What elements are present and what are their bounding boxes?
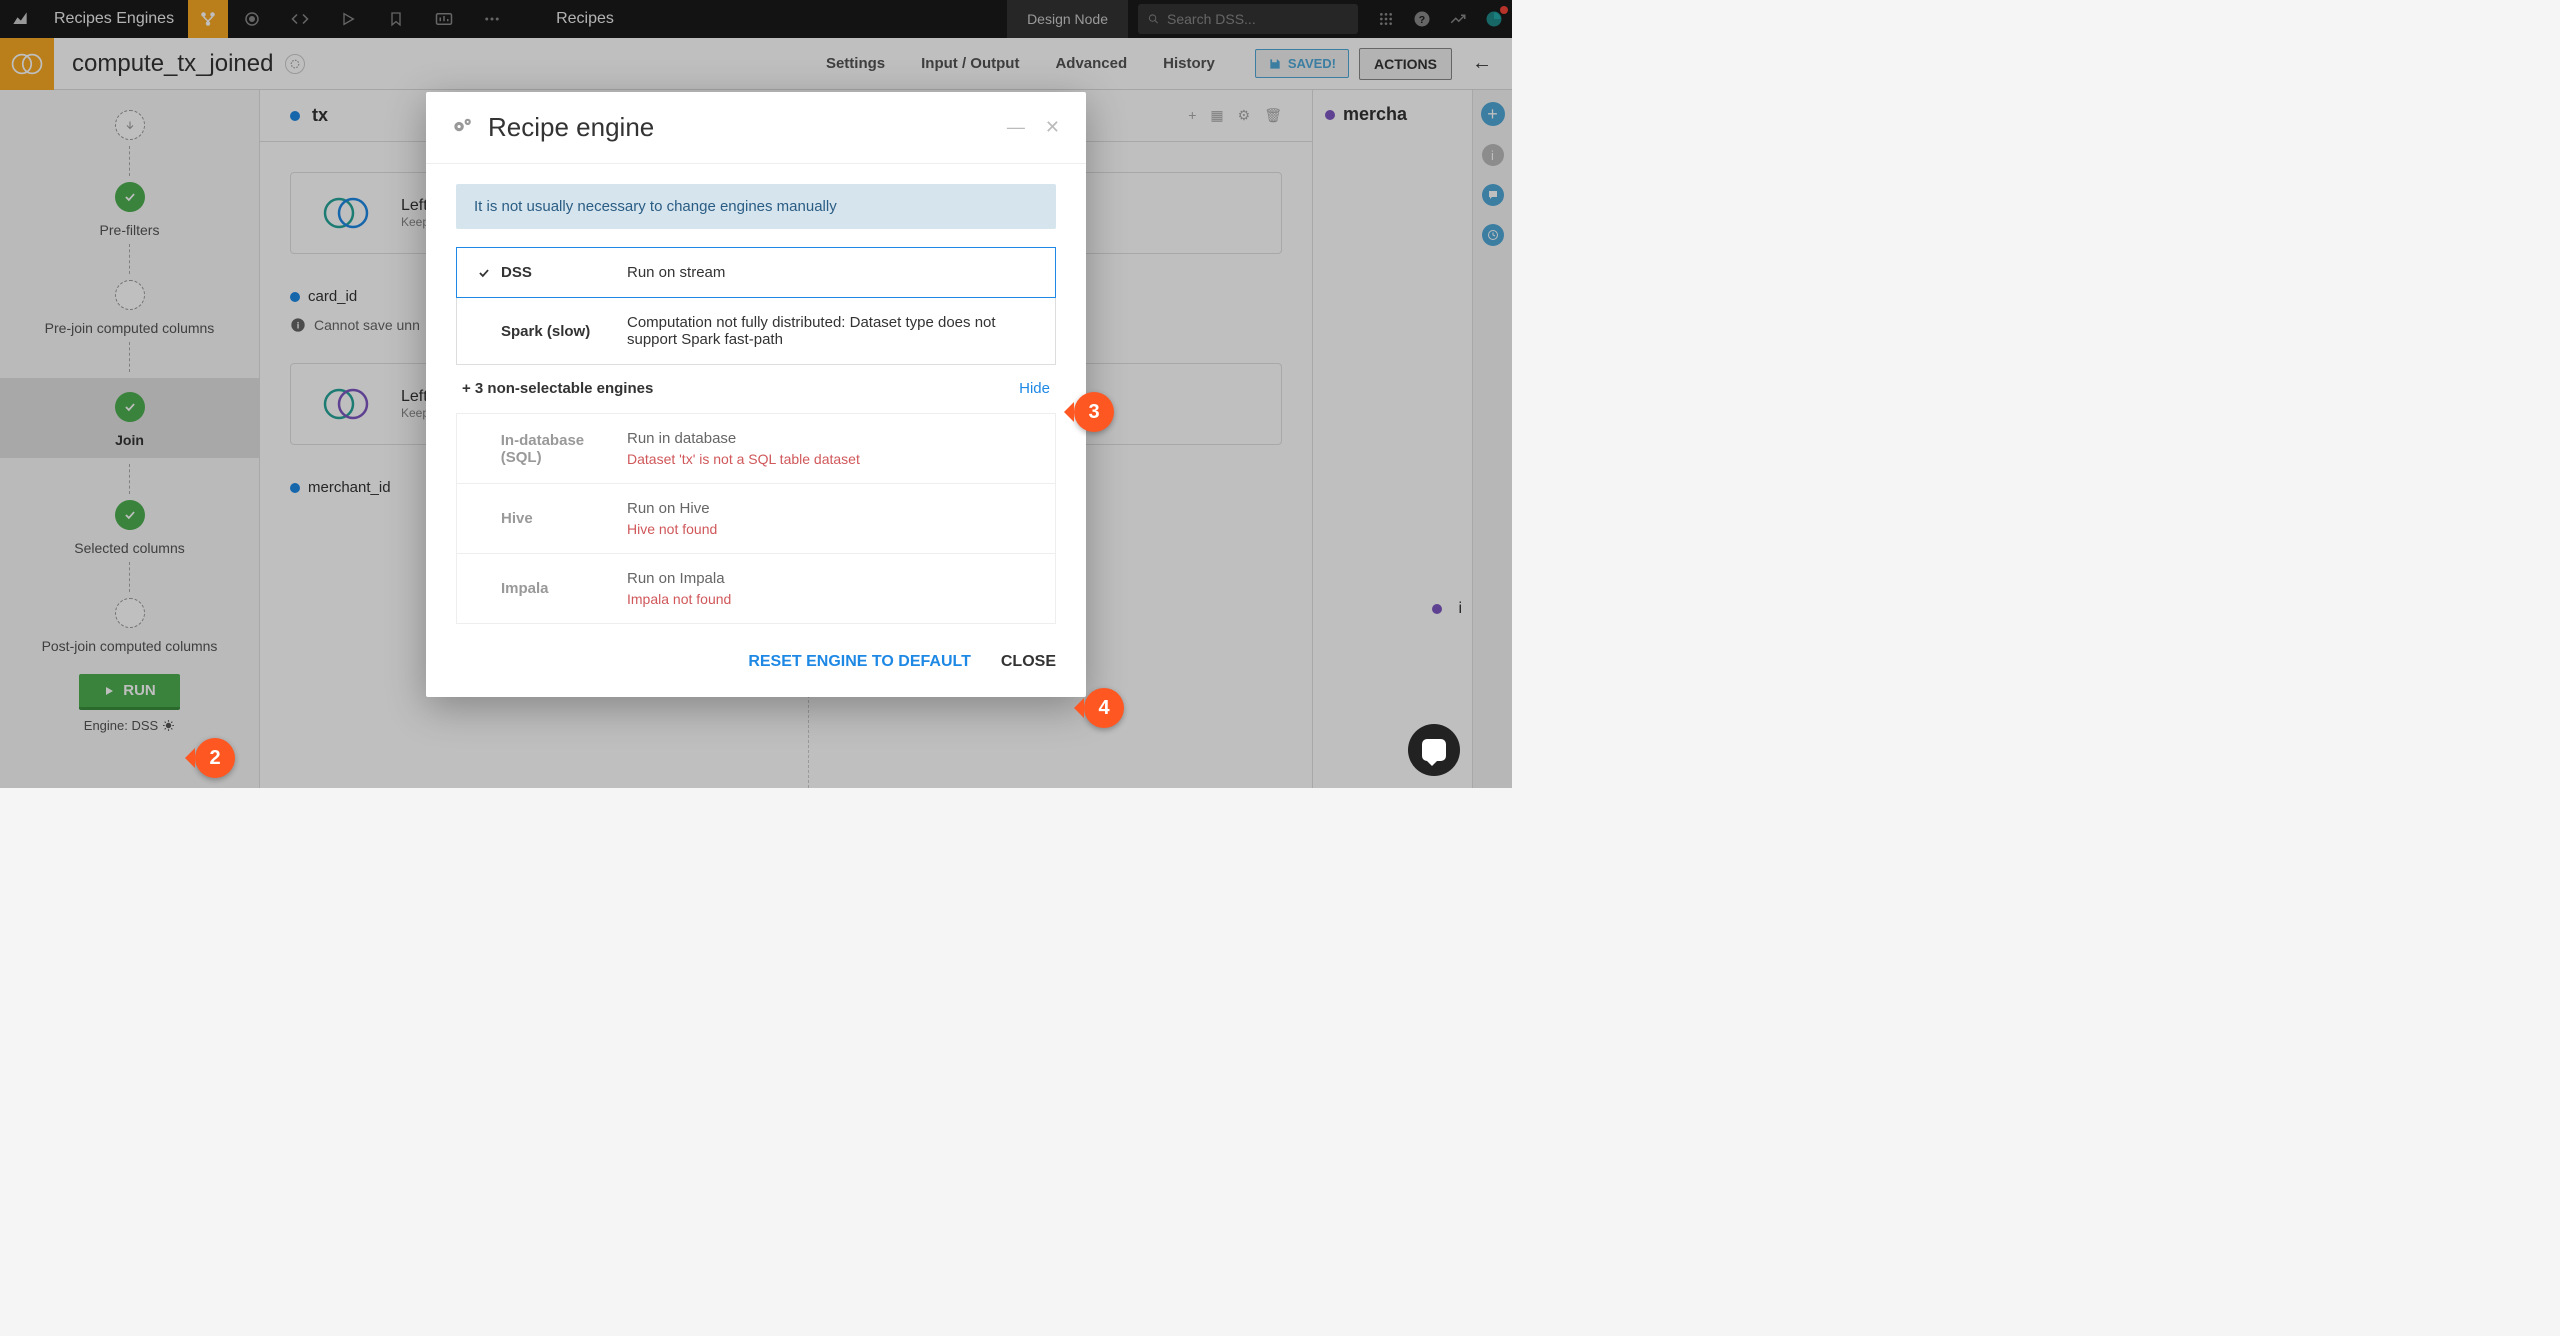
non-selectable-row: + 3 non-selectable engines Hide [456, 364, 1056, 413]
engine-err: Impala not found [627, 591, 1035, 607]
modal-title: Recipe engine [488, 112, 654, 143]
engine-name: DSS [501, 264, 532, 281]
non-selectable-label: + 3 non-selectable engines [462, 380, 653, 397]
engine-err: Hive not found [627, 521, 1035, 537]
close-button[interactable]: CLOSE [1001, 653, 1056, 671]
engine-err: Dataset 'tx' is not a SQL table dataset [627, 451, 1035, 467]
modal-body: It is not usually necessary to change en… [426, 164, 1086, 633]
engine-desc: Computation not fully distributed: Datas… [627, 314, 1035, 348]
engine-desc: Run on Impala [627, 570, 1035, 587]
engine-name: Impala [501, 580, 549, 597]
modal-footer: RESET ENGINE TO DEFAULT CLOSE [426, 633, 1086, 697]
callout-bubble-2: 2 [195, 738, 235, 778]
engine-row-dss[interactable]: DSS Run on stream [456, 247, 1056, 298]
minimize-icon[interactable]: — [1007, 117, 1025, 138]
modal-header: Recipe engine — ✕ [426, 92, 1086, 164]
engine-desc: Run on Hive [627, 500, 1035, 517]
engine-row-sql: In-database (SQL) Run in database Datase… [456, 413, 1056, 484]
engine-desc: Run in database [627, 430, 1035, 447]
close-icon[interactable]: ✕ [1045, 117, 1060, 138]
check-icon [477, 266, 491, 280]
callout-bubble-3: 3 [1074, 392, 1114, 432]
info-banner: It is not usually necessary to change en… [456, 184, 1056, 229]
intercom-chat-icon[interactable] [1408, 724, 1460, 776]
engine-desc: Run on stream [627, 264, 1035, 281]
reset-engine-button[interactable]: RESET ENGINE TO DEFAULT [748, 653, 971, 671]
engine-row-spark[interactable]: Spark (slow) Computation not fully distr… [456, 297, 1056, 365]
gears-icon [452, 116, 474, 139]
engine-row-impala: Impala Run on Impala Impala not found [456, 553, 1056, 624]
engine-name: In-database (SQL) [501, 432, 627, 466]
callout-2: 2 [195, 738, 235, 778]
engine-name: Spark (slow) [501, 323, 590, 340]
engine-row-hive: Hive Run on Hive Hive not found [456, 483, 1056, 554]
callout-4: 4 [1084, 688, 1124, 728]
recipe-engine-modal: Recipe engine — ✕ It is not usually nece… [426, 92, 1086, 697]
engine-name: Hive [501, 510, 533, 527]
callout-3: 3 [1074, 392, 1114, 432]
hide-link[interactable]: Hide [1019, 380, 1050, 397]
callout-bubble-4: 4 [1084, 688, 1124, 728]
